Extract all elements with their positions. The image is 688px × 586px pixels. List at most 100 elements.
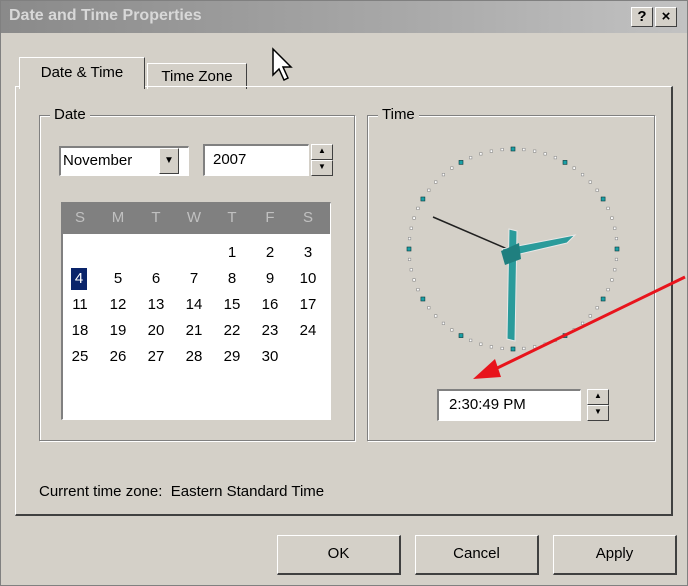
time-group-label: Time [378, 106, 419, 123]
clock-minute-mark [522, 148, 526, 152]
clock-hour-mark [406, 246, 412, 252]
clock-minute-mark [489, 149, 493, 153]
help-button[interactable]: ? [631, 7, 653, 27]
calendar-day[interactable]: 8 [219, 268, 245, 290]
clock-minute-mark [409, 268, 413, 272]
clock-minute-mark [613, 268, 617, 272]
calendar-day[interactable]: 1 [219, 242, 245, 264]
calendar-day[interactable]: 26 [105, 346, 131, 368]
calendar-day[interactable]: 19 [105, 320, 131, 342]
ok-button[interactable]: OK [277, 535, 401, 575]
calendar-grid[interactable]: SMTWTFS 1 2 3 4 5 6 7 8 9 10 11 12 13 14 15 16 17 18 19 20 2… [61, 202, 331, 420]
clock-minute-mark [610, 216, 614, 220]
clock-minute-mark [533, 149, 537, 153]
clock-minute-mark [479, 152, 483, 156]
calendar-day[interactable]: 9 [257, 268, 283, 290]
year-value: 2007 [213, 151, 247, 168]
calendar-day[interactable]: 28 [181, 346, 207, 368]
month-dropdown-button[interactable]: ▼ [159, 148, 179, 174]
clock-hour-mark [420, 196, 426, 202]
calendar-day[interactable]: 5 [105, 268, 131, 290]
time-value: 2:30:49 PM [449, 396, 526, 413]
clock-minute-mark [543, 152, 547, 156]
calendar-day[interactable]: 11 [67, 294, 93, 316]
calendar-day[interactable]: 30 [257, 346, 283, 368]
clock-minute-mark [434, 180, 438, 184]
clock-hour-mark [458, 160, 464, 165]
calendar-day[interactable]: 15 [219, 294, 245, 316]
clock-minute-mark [450, 166, 454, 170]
calendar-day[interactable]: 25 [67, 346, 93, 368]
clock-minute-mark [427, 188, 431, 192]
calendar-day[interactable]: 14 [181, 294, 207, 316]
date-group-label: Date [50, 106, 90, 123]
clock-minute-mark [614, 237, 618, 241]
calendar-day[interactable]: 24 [295, 320, 321, 342]
month-value: November [63, 152, 133, 169]
year-spinner[interactable]: ▲ ▼ [311, 144, 333, 176]
calendar-day[interactable]: 23 [257, 320, 283, 342]
calendar-day-selected[interactable]: 4 [71, 268, 87, 290]
calendar-day[interactable]: 12 [105, 294, 131, 316]
tab-time-zone-label: Time Zone [161, 68, 233, 85]
clock-minute-mark [427, 306, 431, 310]
calendar-day[interactable]: 17 [295, 294, 321, 316]
clock-minute-mark [412, 278, 416, 282]
calendar-day[interactable]: 16 [257, 294, 283, 316]
clock-minute-mark [588, 180, 592, 184]
calendar-day[interactable]: 7 [181, 268, 207, 290]
clock-minute-mark [606, 206, 610, 210]
clock-minute-mark [441, 321, 446, 325]
clock-minute-mark [595, 188, 599, 192]
calendar-day[interactable]: 3 [295, 242, 321, 264]
clock-minute-mark [416, 288, 420, 292]
tab-date-time-label: Date & Time [40, 64, 124, 81]
calendar-day[interactable]: 29 [219, 346, 245, 368]
calendar-day[interactable]: 18 [67, 320, 93, 342]
clock-minute-mark [614, 257, 618, 261]
title-bar[interactable]: Date and Time Properties ? × [1, 1, 687, 33]
clock-minute-mark [408, 257, 412, 261]
time-input[interactable]: 2:30:49 PM [437, 389, 581, 421]
clock-minute-mark [441, 173, 446, 177]
clock-hour-mark [614, 246, 620, 252]
clock-hour-mark [600, 196, 606, 202]
year-down-arrow-icon[interactable]: ▼ [311, 160, 333, 176]
clock-minute-mark [613, 226, 617, 230]
calendar-day[interactable]: 22 [219, 320, 245, 342]
time-up-arrow-icon[interactable]: ▲ [587, 389, 609, 405]
close-button[interactable]: × [655, 7, 677, 27]
mouse-cursor-icon [272, 47, 293, 82]
calendar-day[interactable]: 20 [143, 320, 169, 342]
apply-button[interactable]: Apply [553, 535, 677, 575]
clock-minute-mark [553, 156, 557, 160]
cancel-button[interactable]: Cancel [415, 535, 539, 575]
chevron-down-icon: ▼ [164, 155, 174, 166]
time-down-arrow-icon[interactable]: ▼ [587, 405, 609, 421]
calendar-day[interactable]: 2 [257, 242, 283, 264]
weekday-header-cell: F [265, 209, 275, 226]
clock-minute-mark [450, 328, 454, 332]
calendar-day[interactable]: 13 [143, 294, 169, 316]
time-spinner[interactable]: ▲ ▼ [587, 389, 609, 421]
weekday-header-cell: T [151, 209, 161, 226]
year-up-arrow-icon[interactable]: ▲ [311, 144, 333, 160]
second-hand [432, 216, 513, 252]
clock-minute-mark [581, 173, 585, 177]
clock-hour-mark [562, 160, 568, 165]
arrowhead-icon [473, 359, 501, 379]
calendar-day[interactable]: 6 [143, 268, 169, 290]
clock-minute-mark [416, 206, 420, 210]
calendar-day[interactable]: 21 [181, 320, 207, 342]
arrow-line [486, 275, 686, 375]
calendar-day[interactable]: 27 [143, 346, 169, 368]
weekday-header: SMTWTFS [63, 204, 330, 234]
year-input[interactable]: 2007 [203, 144, 309, 176]
weekday-header-cell: T [227, 209, 237, 226]
weekday-header-cell: S [302, 209, 313, 226]
weekday-header-cell: W [186, 209, 202, 226]
timezone-label: Current time zone: Eastern Standard Time [39, 483, 325, 500]
tab-date-time[interactable]: Date & Time [19, 57, 145, 89]
annotation-arrow [473, 275, 686, 379]
calendar-day[interactable]: 10 [295, 268, 321, 290]
